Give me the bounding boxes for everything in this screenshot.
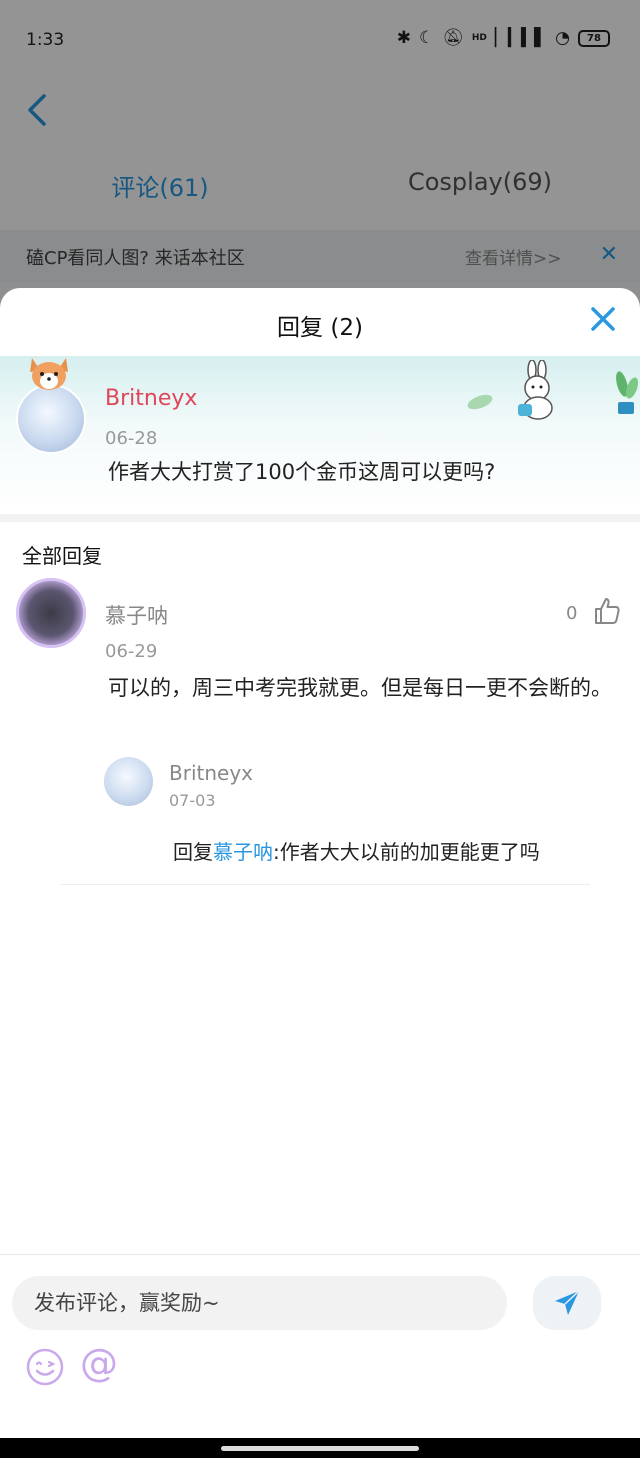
sheet-header: 回复 (2) (0, 288, 640, 356)
sub-reply-author[interactable]: Britneyx (169, 761, 253, 785)
home-indicator[interactable] (221, 1446, 419, 1451)
reply-author[interactable]: 慕子呐 (105, 600, 168, 630)
sub-reply-date: 07-03 (169, 791, 216, 810)
reply-text: 可以的，周三中考完我就更。但是每日一更不会断的。 (108, 676, 612, 700)
sub-reply-body: :作者大大以前的加更能更了吗 (273, 840, 540, 864)
section-divider (0, 514, 640, 522)
comment-input[interactable] (12, 1276, 507, 1330)
close-icon[interactable] (588, 304, 618, 334)
plant-icon (616, 371, 639, 414)
mention-at-icon[interactable]: @ (80, 1343, 118, 1383)
all-replies-title: 全部回复 (22, 544, 102, 568)
sub-reply-text: 回复慕子呐:作者大大以前的加更能更了吗 (173, 836, 540, 865)
comment-input-area: @ (0, 1254, 640, 1438)
mention-link[interactable]: 慕子呐 (213, 840, 273, 864)
emoji-icon[interactable] (25, 1347, 65, 1387)
send-icon (555, 1290, 580, 1315)
avatar[interactable] (16, 384, 86, 454)
like-count: 0 (566, 603, 578, 624)
send-button[interactable] (533, 1276, 601, 1330)
avatar[interactable] (16, 578, 86, 648)
comment-date: 06-28 (105, 428, 158, 449)
leaf-icon (467, 394, 493, 410)
home-bar (0, 1438, 640, 1458)
bunny-icon (518, 360, 553, 420)
comment-text: 作者大大打赏了100个金币这周可以更吗? (108, 460, 496, 484)
thumbs-up-icon[interactable] (592, 596, 622, 626)
thread-divider (60, 884, 590, 885)
original-comment: Britneyx 06-28 作者大大打赏了100个金币这周可以更吗? (0, 356, 640, 512)
sheet-title: 回复 (2) (277, 315, 363, 341)
comment-author[interactable]: Britneyx (105, 386, 197, 411)
reply-date: 06-29 (105, 641, 158, 662)
corgi-frame-icon (30, 358, 68, 390)
sub-reply-prefix: 回复 (173, 840, 213, 864)
avatar[interactable] (104, 757, 153, 806)
